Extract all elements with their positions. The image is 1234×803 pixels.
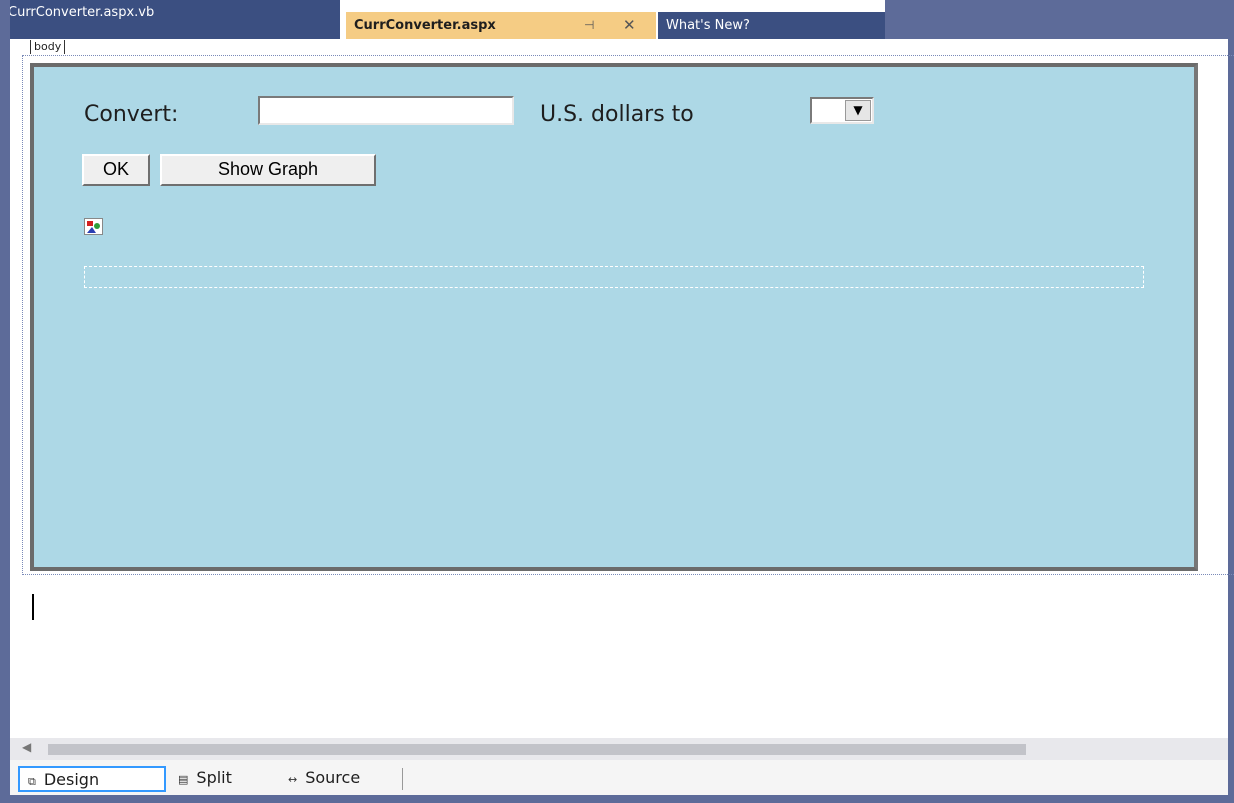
breadcrumb-body-tag[interactable]: body — [30, 40, 66, 54]
split-view-button[interactable]: ▤ Split — [170, 766, 270, 792]
tab-label: What's New? — [666, 18, 750, 33]
ok-button[interactable]: OK — [82, 154, 150, 186]
broken-image-icon[interactable] — [84, 218, 104, 236]
window-frame-left — [0, 0, 10, 803]
window-frame-bottom — [0, 795, 1234, 803]
tab-whats-new[interactable]: What's New? — [658, 12, 885, 39]
show-graph-button[interactable]: Show Graph — [160, 154, 376, 186]
amount-input[interactable] — [258, 96, 514, 125]
pin-icon[interactable]: ⊣ — [584, 12, 594, 39]
scroll-left-icon[interactable]: ◀ — [22, 740, 31, 754]
design-view-button[interactable]: ⧉ Design — [18, 766, 166, 792]
source-view-button[interactable]: ↔ Source — [280, 766, 400, 792]
document-tab-strip: CurrConverter.aspx.vb CurrConverter.aspx… — [0, 0, 1234, 39]
dollars-to-label: U.S. dollars to — [540, 102, 694, 127]
view-separator — [402, 768, 403, 790]
source-label: Source — [305, 768, 361, 787]
scrollbar-thumb[interactable] — [48, 744, 1026, 755]
split-label: Split — [196, 768, 232, 787]
tab-label: CurrConverter.aspx.vb — [8, 5, 155, 20]
graph-panel-placeholder[interactable] — [84, 266, 1144, 288]
design-icon: ⧉ — [28, 775, 36, 788]
split-icon: ▤ — [178, 773, 189, 786]
text-caret — [32, 594, 34, 620]
currency-dropdown[interactable]: ▼ — [810, 97, 874, 124]
view-switcher-bar: ⧉ Design ▤ Split ↔ Source — [10, 760, 1228, 795]
source-icon: ↔ — [288, 773, 298, 786]
tab-label: CurrConverter.aspx — [354, 18, 496, 33]
tab-strip-background — [885, 0, 1234, 39]
close-icon[interactable]: ✕ — [623, 12, 636, 39]
horizontal-scrollbar[interactable]: ◀ — [10, 738, 1228, 760]
tab-currconverter-aspx-vb[interactable]: CurrConverter.aspx.vb — [0, 0, 340, 39]
chevron-down-icon[interactable]: ▼ — [845, 100, 871, 121]
convert-label: Convert: — [84, 102, 179, 127]
design-label: Design — [43, 770, 100, 789]
design-surface[interactable] — [30, 63, 1198, 571]
tab-currconverter-aspx[interactable]: CurrConverter.aspx ⊣ ✕ — [346, 12, 656, 39]
